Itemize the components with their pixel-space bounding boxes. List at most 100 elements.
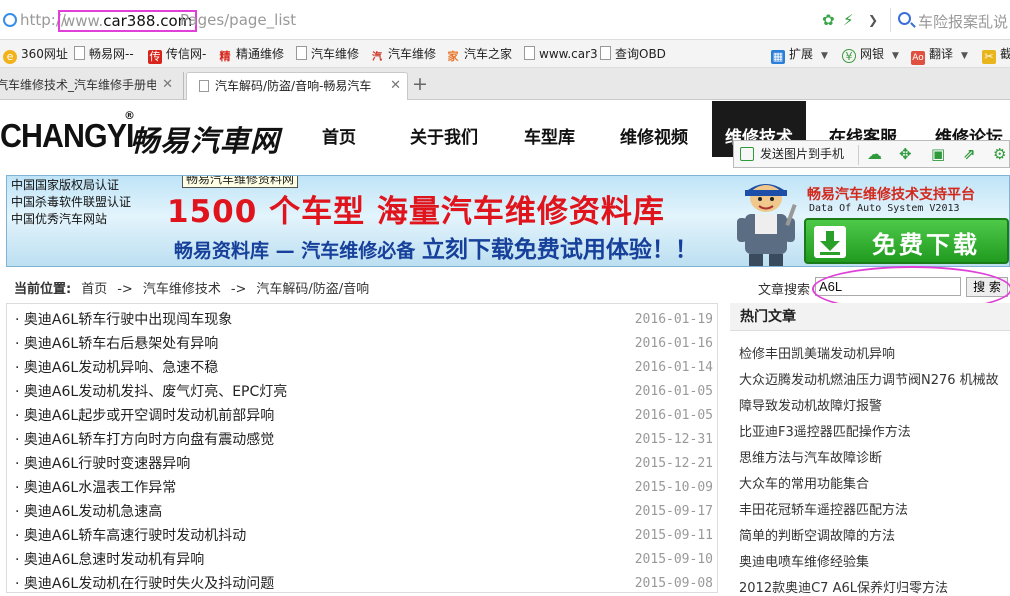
hot-article-link[interactable]: 障导致发动机故障灯报警 <box>739 395 882 414</box>
article-search-input[interactable] <box>815 277 961 296</box>
bookmark-obd[interactable]: 查询OBD <box>600 45 666 63</box>
breadcrumb-separator: -> <box>230 282 247 297</box>
autohome-icon: 家 <box>447 50 459 63</box>
save-icon[interactable]: ▣ <box>931 145 945 163</box>
address-bar[interactable]: http:// www.car388.com Pages/page_list ✿… <box>0 0 1010 40</box>
bookmark-changyi[interactable]: 畅易网-- <box>74 45 134 63</box>
gear-icon[interactable]: ⚙ <box>993 145 1006 163</box>
list-item[interactable]: · 奥迪A6L发动机在行驶时失火及抖动问题 2015-09-08 <box>15 572 713 592</box>
chevron-down-icon[interactable]: ❯ <box>868 11 878 29</box>
tab-decoding[interactable]: 汽车解码/防盗/音响-畅易汽车 ✕ <box>186 72 408 100</box>
hot-articles-title: 热门文章 <box>730 303 1010 331</box>
list-item[interactable]: · 奥迪A6L发动机发抖、废气灯亮、EPC灯亮 2016-01-05 <box>15 380 713 404</box>
send-to-phone-button[interactable]: 发送图片到手机 <box>740 145 844 163</box>
hot-article-link[interactable]: 丰田花冠轿车遥控器匹配方法 <box>739 499 908 518</box>
browser-search-input[interactable]: 车险报案乱说 <box>918 11 1008 32</box>
list-item[interactable]: · 奥迪A6L轿车右后悬架处有异响 2016-01-16 <box>15 332 713 356</box>
list-item[interactable]: · 奥迪A6L发动机异响、急速不稳 2016-01-14 <box>15 356 713 380</box>
list-item[interactable]: · 奥迪A6L发动机急速高 2015-09-17 <box>15 500 713 524</box>
bookmark-autohome[interactable]: 家汽车之家 <box>446 45 513 63</box>
page-icon <box>524 46 535 60</box>
close-icon[interactable]: ✕ <box>162 72 173 98</box>
list-item[interactable]: · 奥迪A6L行驶时变速器异响 2015-12-21 <box>15 452 713 476</box>
nav-about[interactable]: 关于我们 <box>410 123 478 148</box>
refresh-icon[interactable]: ✿ <box>822 11 835 29</box>
breadcrumb-tech[interactable]: 汽车维修技术 <box>143 282 221 297</box>
hot-article-link[interactable]: 2012款奥迪C7 A6L保养灯归零方法 <box>739 577 948 596</box>
nav-home[interactable]: 首页 <box>322 123 356 148</box>
nav-videos[interactable]: 维修视频 <box>620 123 688 148</box>
article-title[interactable]: · 奥迪A6L发动机发抖、废气灯亮、EPC灯亮 <box>15 380 287 404</box>
chevron-down-icon: ▼ <box>961 51 968 61</box>
banner-headline: 1500 个车型 海量汽车维修资料库 <box>167 194 665 230</box>
list-item[interactable]: · 奥迪A6L怠速时发动机有异响 2015-09-10 <box>15 548 713 572</box>
free-download-button[interactable]: 免费下载 <box>804 218 1009 264</box>
article-title[interactable]: · 奥迪A6L发动机在行驶时失火及抖动问题 <box>15 572 274 592</box>
promo-banner[interactable]: 中国国家版权局认证 中国杀毒软件联盟认证 中国优秀汽车网站 畅易汽车维修资料网 … <box>6 175 1010 267</box>
hot-article-link[interactable]: 大众车的常用功能集合 <box>739 473 869 492</box>
article-date: 2016-01-05 <box>634 408 713 423</box>
translate-menu[interactable]: Ao 翻译 ▼ <box>911 45 968 65</box>
tab-repair-manual[interactable]: 汽车维修技术_汽车维修手册电 ✕ <box>0 72 184 100</box>
page-icon <box>296 46 307 60</box>
page-icon <box>600 46 611 60</box>
logo-text[interactable]: CHANGYI <box>0 117 134 155</box>
search-icon[interactable] <box>898 12 911 25</box>
cloud-icon[interactable]: ☁ <box>867 145 882 163</box>
article-title[interactable]: · 奥迪A6L发动机急速高 <box>15 500 162 524</box>
share-icon[interactable]: ⇗ <box>963 145 976 163</box>
article-title[interactable]: · 奥迪A6L轿车行驶中出现闯车现象 <box>15 308 232 332</box>
article-title[interactable]: · 奥迪A6L行驶时变速器异响 <box>15 452 190 476</box>
new-tab-button[interactable]: + <box>412 72 428 96</box>
list-item[interactable]: · 奥迪A6L起步或开空调时发动机前部异响 2016-01-05 <box>15 404 713 428</box>
breadcrumb-current[interactable]: 汽车解码/防盗/音响 <box>256 282 369 297</box>
list-item[interactable]: · 奥迪A6L轿车打方向时方向盘有震动感觉 2015-12-31 <box>15 428 713 452</box>
cert-list: 中国国家版权局认证 中国杀毒软件联盟认证 中国优秀汽车网站 <box>11 177 131 228</box>
list-item[interactable]: · 奥迪A6L水温表工作异常 2015-10-09 <box>15 476 713 500</box>
article-title[interactable]: · 奥迪A6L起步或开空调时发动机前部异响 <box>15 404 274 428</box>
tab-label: 汽车解码/防盗/音响-畅易汽车 <box>215 79 372 93</box>
url-host-highlight[interactable]: www.car388.com <box>58 10 198 32</box>
bookmark-car3[interactable]: www.car3 <box>524 45 598 63</box>
article-title[interactable]: · 奥迪A6L轿车高速行驶时发动机抖动 <box>15 524 246 548</box>
chuan-icon: 传 <box>148 50 162 64</box>
hot-article-link[interactable]: 比亚迪F3遥控器匹配操作方法 <box>739 421 911 440</box>
bookmark-qichewx-1[interactable]: 汽车维修 <box>296 45 359 63</box>
bookmark-qichewx-2[interactable]: 汽汽车维修 <box>370 45 436 63</box>
hot-article-link[interactable]: 大众迈腾发动机燃油压力调节阀N276 机械故 <box>739 369 999 388</box>
article-title[interactable]: · 奥迪A6L怠速时发动机有异响 <box>15 548 204 572</box>
article-date: 2016-01-14 <box>634 360 713 375</box>
screenshot-toolbar: 发送图片到手机 ☁ ✥ ▣ ⇗ ⚙ <box>733 140 1010 168</box>
bookmark-chuanxin[interactable]: 传传信网- <box>148 45 206 64</box>
bookmark-360[interactable]: e 360网址 <box>3 45 68 64</box>
nav-models[interactable]: 车型库 <box>524 123 575 148</box>
article-date: 2016-01-05 <box>634 384 713 399</box>
article-title[interactable]: · 奥迪A6L轿车右后悬架处有异响 <box>15 332 218 356</box>
expand-icon[interactable]: ✥ <box>899 145 912 163</box>
close-icon[interactable]: ✕ <box>390 73 401 99</box>
hot-article-link[interactable]: 简单的判断空调故障的方法 <box>739 525 895 544</box>
article-date: 2015-12-21 <box>634 456 713 471</box>
article-title[interactable]: · 奥迪A6L水温表工作异常 <box>15 476 176 500</box>
bookmark-jingtong[interactable]: 精精通维修 <box>218 45 285 63</box>
article-search-button[interactable]: 搜 索 <box>966 277 1008 297</box>
article-title[interactable]: · 奥迪A6L发动机异响、急速不稳 <box>15 356 218 380</box>
extensions-menu[interactable]: ▦ 扩展 ▼ <box>771 45 828 64</box>
breadcrumb-separator: -> <box>117 282 133 297</box>
breadcrumb-home[interactable]: 首页 <box>81 282 107 297</box>
platform-version: Data Of Auto System V2013 <box>809 203 960 214</box>
ebank-menu[interactable]: ¥ 网银 ▼ <box>842 45 899 63</box>
lightning-icon[interactable]: ⚡ <box>843 11 854 29</box>
hot-articles-panel: 热门文章 检修丰田凯美瑞发动机异响 大众迈腾发动机燃油压力调节阀N276 机械故… <box>730 303 1010 596</box>
article-date: 2015-09-17 <box>634 504 713 519</box>
article-title[interactable]: · 奥迪A6L轿车打方向时方向盘有震动感觉 <box>15 428 274 452</box>
logo-chinese[interactable]: 畅易汽車网 <box>130 118 280 160</box>
hot-article-link[interactable]: 思维方法与汽车故障诊断 <box>739 447 882 466</box>
download-label: 免费下载 <box>872 231 980 259</box>
hot-article-link[interactable]: 奥迪电喷车维修经验集 <box>739 551 869 570</box>
hot-article-link[interactable]: 检修丰田凯美瑞发动机异响 <box>739 343 895 362</box>
list-item[interactable]: · 奥迪A6L轿车高速行驶时发动机抖动 2015-09-11 <box>15 524 713 548</box>
list-item[interactable]: · 奥迪A6L轿车行驶中出现闯车现象 2016-01-19 <box>15 308 713 332</box>
screenshot-menu[interactable]: ✂ 截 <box>982 45 1010 64</box>
divider <box>890 8 891 32</box>
